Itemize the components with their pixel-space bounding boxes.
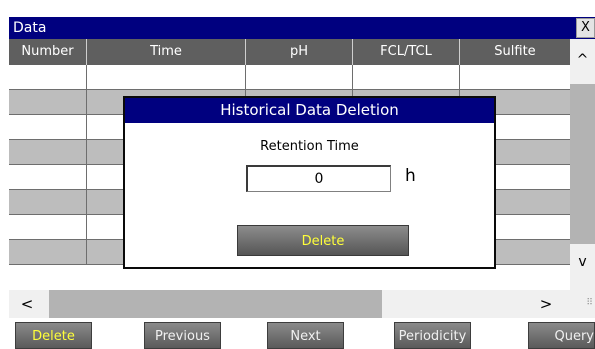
previous-button[interactable]: Previous <box>144 322 221 349</box>
column-header-ph[interactable]: pH <box>246 39 353 65</box>
horizontal-scrollbar[interactable]: < > ⠿ <box>9 290 595 318</box>
data-window: Data X Number Time pH FCL/TCL Sulfite ^ … <box>9 17 595 349</box>
resize-grip-icon: ⠿ <box>586 298 593 308</box>
column-header-sulfite[interactable]: Sulfite <box>460 39 570 65</box>
title-bar: Data X <box>9 17 595 39</box>
query-button[interactable]: Query <box>528 322 595 349</box>
table-cell <box>246 65 353 89</box>
column-header-time[interactable]: Time <box>87 39 246 65</box>
chevron-down-icon[interactable]: v <box>570 251 595 273</box>
retention-time-input[interactable]: 0 <box>246 165 391 192</box>
chevron-right-icon[interactable]: > <box>536 290 556 318</box>
delete-button[interactable]: Delete <box>15 322 92 349</box>
dialog-delete-button[interactable]: Delete <box>237 225 409 256</box>
table-header: Number Time pH FCL/TCL Sulfite <box>9 39 570 65</box>
table-cell <box>87 65 246 89</box>
close-button[interactable]: X <box>576 18 595 38</box>
chevron-left-icon[interactable]: < <box>17 290 37 318</box>
vertical-scrollbar[interactable]: ^ v <box>570 39 595 290</box>
column-header-fcl-tcl[interactable]: FCL/TCL <box>353 39 460 65</box>
vertical-scroll-thumb[interactable] <box>570 84 595 244</box>
chevron-up-icon[interactable]: ^ <box>570 49 595 71</box>
column-header-number[interactable]: Number <box>9 39 87 65</box>
table-cell <box>9 240 87 264</box>
table-cell <box>9 65 87 89</box>
table-cell <box>9 140 87 164</box>
table-cell <box>9 115 87 139</box>
toolbar: Delete Previous Next Periodicity Query <box>9 318 595 349</box>
table-cell <box>353 65 460 89</box>
table-cell <box>9 215 87 239</box>
window-title: Data <box>13 20 47 36</box>
next-button[interactable]: Next <box>267 322 344 349</box>
periodicity-button[interactable]: Periodicity <box>394 322 471 349</box>
table-cell <box>9 190 87 214</box>
dialog-title: Historical Data Deletion <box>125 98 494 123</box>
table-row[interactable] <box>9 65 570 90</box>
table-cell <box>9 165 87 189</box>
table-cell <box>460 65 570 89</box>
horizontal-scroll-thumb[interactable] <box>49 290 382 318</box>
table-cell <box>9 90 87 114</box>
retention-time-label: Retention Time <box>260 139 359 154</box>
deletion-dialog: Historical Data Deletion Retention Time … <box>123 96 496 269</box>
unit-label: h <box>405 166 416 186</box>
